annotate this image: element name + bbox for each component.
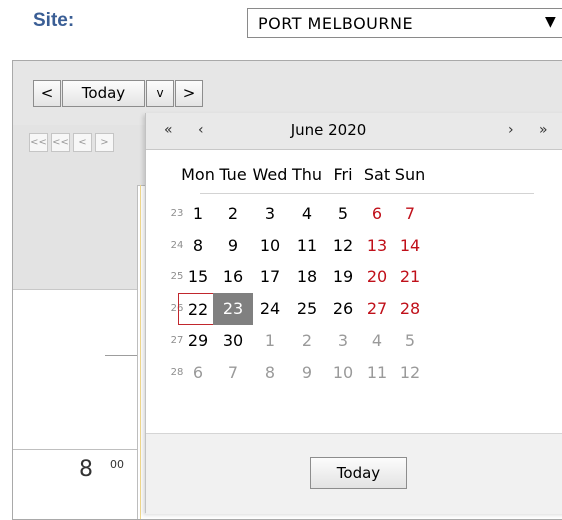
current-time-line — [140, 185, 141, 519]
weekday-2: Wed — [252, 165, 288, 184]
next-year-icon[interactable]: » — [539, 122, 548, 138]
calendar-day[interactable]: 14 — [390, 230, 430, 262]
calendar-day[interactable]: 7 — [213, 357, 253, 389]
calendar-day[interactable]: 7 — [390, 198, 430, 230]
calendar-footer: Today — [146, 433, 562, 514]
time-separator — [13, 449, 137, 450]
calendar-day[interactable]: 17 — [250, 261, 290, 293]
time-label-hour: 8 — [79, 457, 93, 482]
first-button[interactable]: << — [29, 133, 48, 152]
column-divider — [137, 185, 138, 519]
prev-button[interactable]: < — [33, 80, 61, 107]
calendar-day[interactable]: 23 — [213, 293, 253, 325]
site-select[interactable]: PORT MELBOURNE ▼ — [247, 8, 562, 38]
calendar-day[interactable]: 8 — [250, 357, 290, 389]
calendar-day[interactable]: 21 — [390, 261, 430, 293]
calendar-day[interactable]: 16 — [213, 261, 253, 293]
weekday-6: Sun — [394, 165, 426, 184]
calendar-day[interactable]: 6 — [178, 357, 218, 389]
calendar-day[interactable]: 28 — [390, 293, 430, 325]
step-forward-button[interactable]: > — [95, 133, 114, 152]
chevron-down-icon: ▼ — [545, 14, 556, 30]
calendar-day[interactable]: 29 — [178, 325, 218, 357]
weekday-3: Thu — [291, 165, 323, 184]
grid-line — [105, 355, 137, 356]
calendar-day[interactable]: 2 — [287, 325, 327, 357]
today-toolbar-button[interactable]: Today — [62, 80, 145, 107]
calendar-day[interactable]: 22 — [178, 293, 218, 325]
calendar-day[interactable]: 5 — [390, 325, 430, 357]
time-label-minutes: 00 — [110, 458, 124, 471]
calendar-day[interactable]: 24 — [250, 293, 290, 325]
next-month-icon[interactable]: › — [508, 122, 514, 138]
calendar-day[interactable]: 9 — [213, 230, 253, 262]
date-dropdown-button[interactable]: v — [146, 80, 174, 107]
calendar-day[interactable]: 3 — [250, 198, 290, 230]
calendar-day[interactable]: 30 — [213, 325, 253, 357]
calendar-day[interactable]: 1 — [250, 325, 290, 357]
scheduler-nav-row: << << < > — [13, 125, 148, 186]
calendar-day[interactable]: 12 — [390, 357, 430, 389]
calendar-day[interactable]: 8 — [178, 230, 218, 262]
calendar-day[interactable]: 1 — [178, 198, 218, 230]
rewind-button[interactable]: << — [51, 133, 70, 152]
today-button[interactable]: Today — [310, 457, 407, 489]
next-button[interactable]: > — [175, 80, 203, 107]
calendar-day[interactable]: 2 — [213, 198, 253, 230]
calendar-day[interactable]: 4 — [287, 198, 327, 230]
calendar-day[interactable]: 10 — [250, 230, 290, 262]
calendar-header: « ‹ June 2020 › » — [146, 113, 562, 150]
step-back-button[interactable]: < — [73, 133, 92, 152]
calendar-day[interactable]: 11 — [287, 230, 327, 262]
site-select-value: PORT MELBOURNE — [258, 14, 414, 33]
weekday-divider — [200, 193, 534, 194]
date-picker-popup: « ‹ June 2020 › » Mon Tue Wed Thu Fri Sat Sun … — [145, 113, 562, 514]
calendar-day[interactable]: 9 — [287, 357, 327, 389]
weekday-0: Mon — [181, 165, 215, 184]
calendar-day[interactable]: 25 — [287, 293, 327, 325]
calendar-day[interactable]: 15 — [178, 261, 218, 293]
resource-header — [13, 185, 137, 290]
weekday-1: Tue — [219, 165, 247, 184]
calendar-day[interactable]: 18 — [287, 261, 327, 293]
calendar-month-title[interactable]: June 2020 — [146, 121, 511, 139]
site-label: Site: — [33, 10, 75, 31]
